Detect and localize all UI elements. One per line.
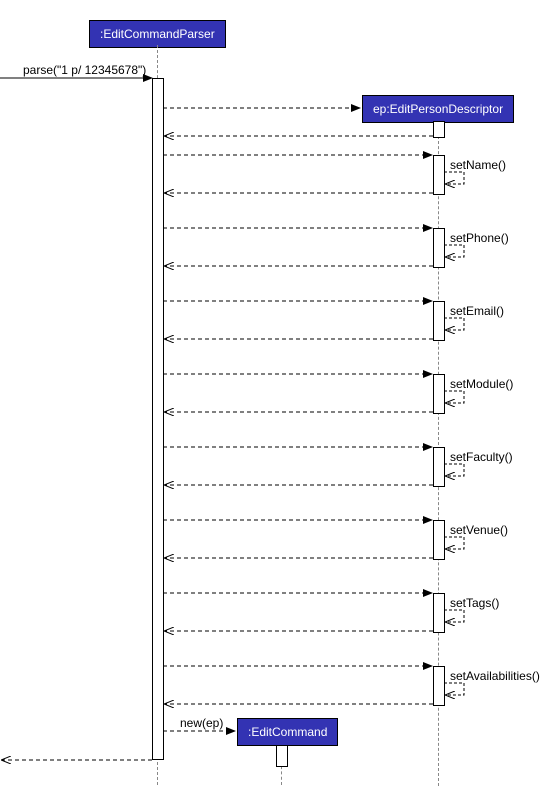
activation-command [276,745,288,767]
activation-parser [152,78,164,760]
activation-setvenue [433,520,445,560]
label-settags: setTags() [450,596,499,610]
participant-command: :EditCommand [237,718,338,746]
activation-setphone [433,228,445,268]
label-newep: new(ep) [180,716,223,730]
participant-descriptor: ep:EditPersonDescriptor [362,95,514,123]
label-setvenue: setVenue() [450,523,508,537]
label-setavailabilities: setAvailabilities() [450,669,540,683]
participant-parser: :EditCommandParser [89,20,226,48]
activation-setfaculty [433,447,445,487]
label-setname: setName() [450,158,506,172]
label-setmodule: setModule() [450,377,513,391]
activation-setmodule [433,374,445,414]
activation-setname [433,155,445,195]
label-setfaculty: setFaculty() [450,450,513,464]
label-setemail: setEmail() [450,304,504,318]
label-setphone: setPhone() [450,231,509,245]
activation-settags [433,593,445,633]
activation-descriptor-create [433,121,445,138]
activation-setavailabilities [433,666,445,706]
label-parse: parse("1 p/ 12345678") [23,63,146,77]
activation-setemail [433,301,445,341]
